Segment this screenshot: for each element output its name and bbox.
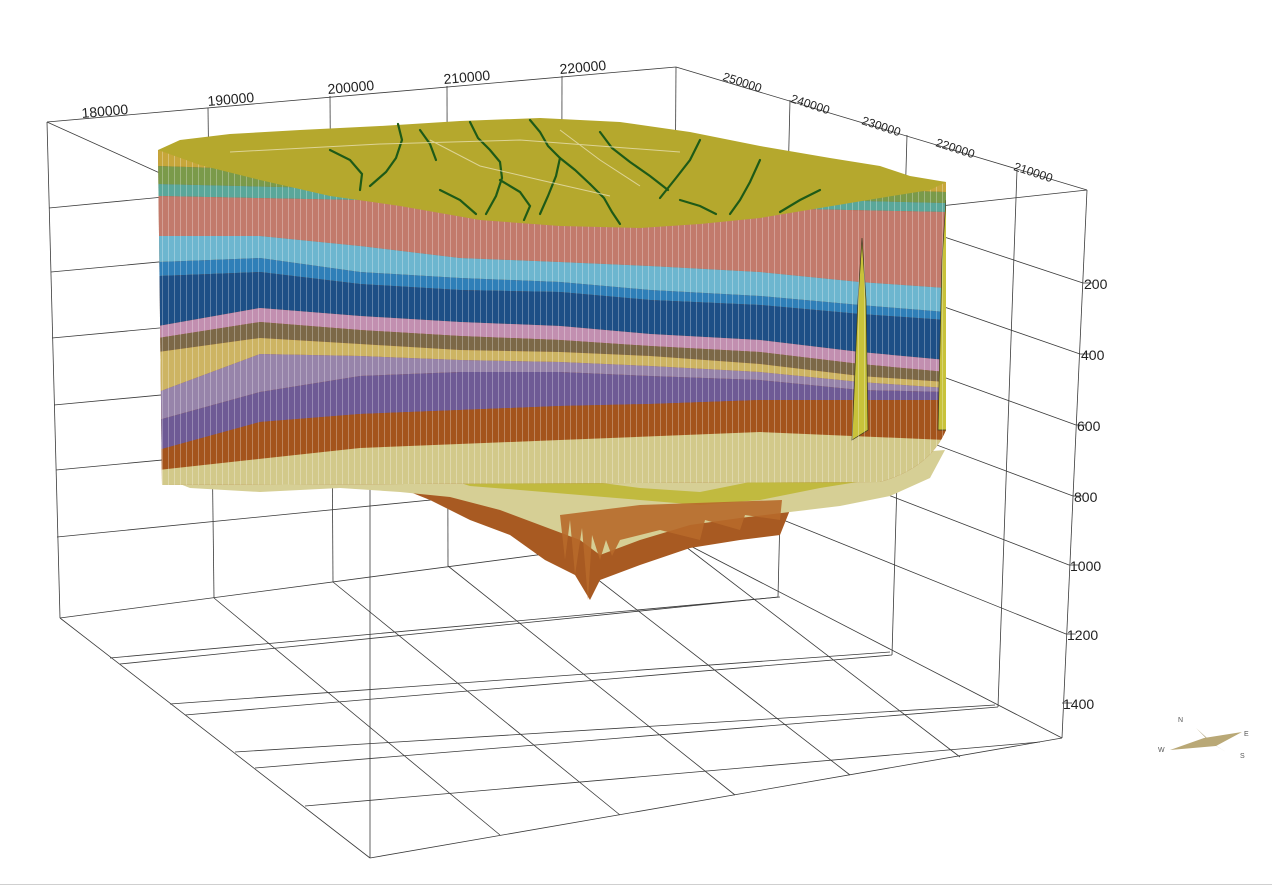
depth-tick-label: 400 <box>1081 347 1105 363</box>
depth-tick-label: 200 <box>1084 276 1108 292</box>
depth-tick-label: 1200 <box>1067 627 1098 643</box>
x-tick-label: 220000 <box>934 136 977 162</box>
x-axis-front-ticks: 180000 190000 200000 210000 220000 <box>81 57 607 121</box>
compass-label-w: W <box>1158 747 1165 754</box>
x-tick-label: 190000 <box>207 89 255 109</box>
depth-tick-label: 600 <box>1077 418 1101 434</box>
x-tick-label: 210000 <box>1012 160 1055 186</box>
bottom-divider <box>0 884 1272 885</box>
depth-tick-label: 800 <box>1074 489 1098 505</box>
depth-axis-ticks: 200 400 600 800 1000 1200 1400 <box>1063 276 1108 712</box>
x-tick-label: 250000 <box>721 70 764 96</box>
depth-tick-label: 1400 <box>1063 696 1094 712</box>
compass-rose-icon: N E S W <box>1158 717 1249 760</box>
x-tick-label: 240000 <box>789 92 832 118</box>
compass-label-e: E <box>1244 731 1249 738</box>
compass-label-n: N <box>1178 717 1183 724</box>
compass-label-s: S <box>1240 753 1245 760</box>
3d-geological-block-model: 180000 190000 200000 210000 220000 25000… <box>46 57 1249 859</box>
depth-tick-label: 1000 <box>1070 558 1101 574</box>
x-tick-label: 180000 <box>81 101 129 121</box>
x-tick-label: 230000 <box>860 114 903 140</box>
